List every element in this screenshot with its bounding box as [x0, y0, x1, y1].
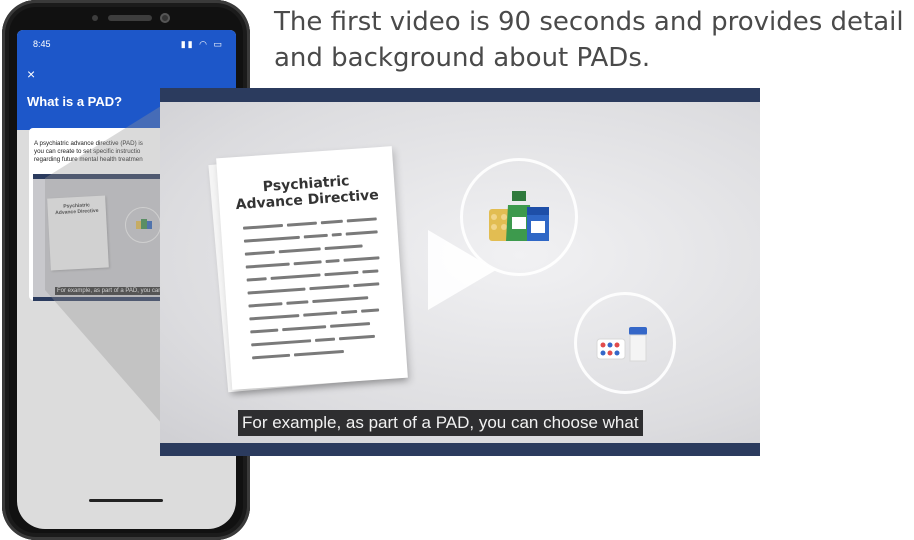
document-text-line	[353, 282, 380, 287]
document-text-line	[248, 302, 283, 308]
document-text-line	[330, 322, 371, 328]
document-text-line	[270, 273, 321, 280]
document-text-line	[242, 223, 284, 230]
document-text-line	[293, 349, 344, 356]
document-text-line	[331, 232, 342, 237]
document-text-line	[341, 309, 358, 314]
document-text-line	[343, 256, 380, 262]
document-text-line	[320, 219, 343, 224]
video-top-bar	[160, 88, 760, 102]
document-text-line	[325, 259, 340, 263]
document-text-line	[244, 250, 275, 256]
document-text-line	[345, 230, 378, 236]
document-text-line	[314, 337, 336, 342]
document-text-line	[286, 221, 317, 227]
video-bottom-bar	[160, 443, 760, 456]
psychiatric-advance-directive-document: Psychiatric Advance Directive	[216, 146, 408, 390]
document-text-line	[245, 262, 290, 269]
document-text-line	[286, 300, 309, 305]
document-title: Psychiatric Advance Directive	[235, 173, 380, 214]
document-text-line	[303, 311, 338, 317]
medicine-bottles-icon	[460, 158, 578, 276]
document-text-line	[252, 353, 291, 359]
document-text-line	[346, 217, 377, 222]
document-text-line	[278, 247, 321, 253]
document-text-line	[338, 334, 375, 340]
video-subtitle: For example, as part of a PAD, you can c…	[238, 410, 643, 436]
document-text-line	[309, 284, 350, 290]
document-text-line	[247, 287, 306, 295]
document-text-line	[293, 260, 322, 265]
document-text-line	[249, 314, 300, 320]
document-text-lines	[216, 146, 392, 359]
document-text-line	[246, 277, 267, 282]
document-text-line	[361, 308, 380, 313]
document-text-line	[324, 270, 359, 276]
document-text-line	[303, 233, 328, 238]
document-text-line	[251, 339, 312, 346]
document-text-line	[282, 325, 327, 331]
pills-icon	[574, 292, 676, 394]
video-frame: Psychiatric Advance Directive For exampl…	[160, 102, 760, 443]
video-player[interactable]: Psychiatric Advance Directive For exampl…	[160, 88, 760, 456]
document-text-line	[312, 296, 369, 303]
document-text-line	[243, 235, 300, 243]
document-text-line	[324, 244, 363, 250]
document-text-line	[250, 328, 279, 333]
document-text-line	[362, 269, 379, 273]
